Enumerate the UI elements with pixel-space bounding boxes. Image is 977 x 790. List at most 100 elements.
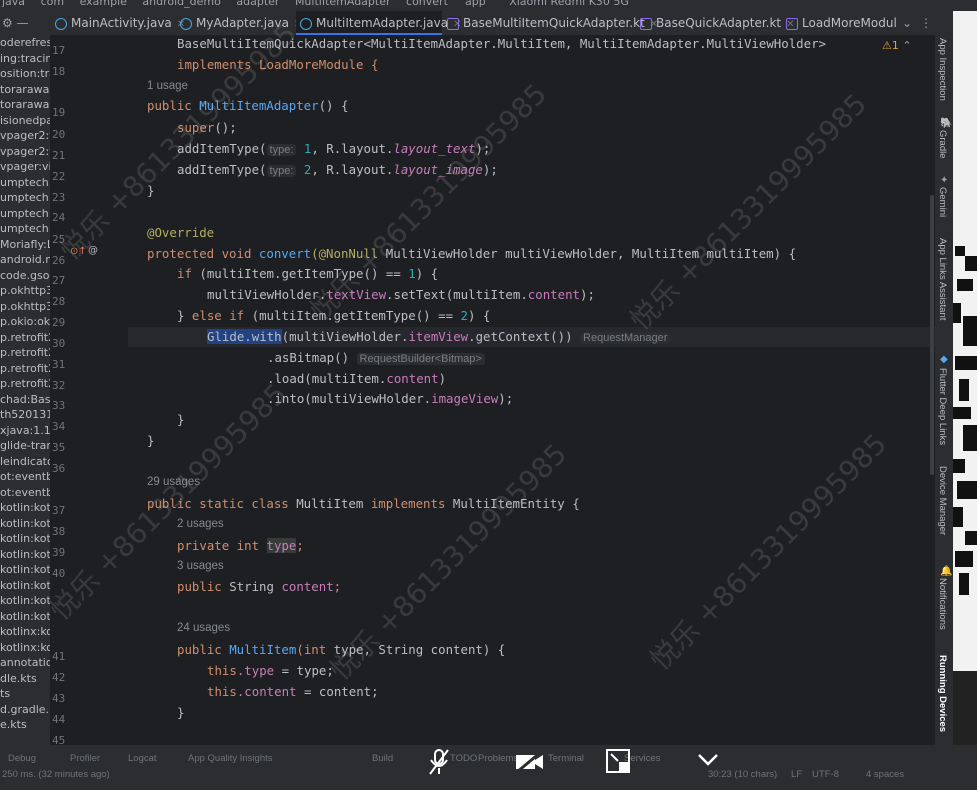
- usage-hint[interactable]: 2 usages: [177, 518, 224, 530]
- minimize-icon[interactable]: —: [17, 16, 29, 30]
- project-tree-item[interactable]: p.retrofit2: [0, 330, 50, 346]
- line-separator[interactable]: LF: [791, 769, 802, 780]
- tool-problems[interactable]: Problems: [478, 753, 518, 764]
- tab-myadapter[interactable]: MyAdapter.java✕: [180, 11, 302, 35]
- project-tree-item[interactable]: torarawab: [0, 97, 50, 113]
- project-tree-item[interactable]: vpager:vie: [0, 159, 50, 175]
- breadcrumb-item[interactable]: java: [2, 0, 25, 8]
- tab-basequickadapter[interactable]: BaseQuickAdapter.kt ✕: [640, 11, 795, 35]
- project-tree-item[interactable]: kotlin:kot: [0, 609, 50, 625]
- project-tree-item[interactable]: p.retrofit2: [0, 361, 50, 377]
- tab-loadmoremodule[interactable]: LoadMoreModule.k: [786, 11, 896, 35]
- tool-running-devices[interactable]: Running Devices: [937, 655, 948, 732]
- usage-hint[interactable]: 1 usage: [147, 80, 188, 92]
- project-tree-item[interactable]: umptech.: [0, 206, 50, 222]
- project-tree-item[interactable]: umptech.: [0, 221, 50, 237]
- warnings-indicator[interactable]: ⚠1 ⌃: [882, 39, 912, 52]
- project-tree-item[interactable]: annotatio: [0, 655, 50, 671]
- project-tree-item[interactable]: kotlin:kot: [0, 578, 50, 594]
- project-tree-item[interactable]: kotlinx:ko: [0, 640, 50, 656]
- gear-icon[interactable]: ⚙: [2, 16, 13, 30]
- tab-basemultiitemquickadapter[interactable]: BaseMultiItemQuickAdapter.kt ✕: [447, 11, 658, 35]
- gemini-icon[interactable]: ✦: [940, 175, 948, 186]
- project-tree-item[interactable]: p.okhttp3: [0, 299, 50, 315]
- project-tree-item[interactable]: ts: [0, 686, 50, 702]
- file-encoding[interactable]: UTF-8: [812, 769, 839, 780]
- tool-debug[interactable]: Debug: [8, 753, 36, 764]
- project-tree-item[interactable]: kotlin:kot: [0, 562, 50, 578]
- tool-build[interactable]: Build: [372, 753, 393, 764]
- breadcrumb-item[interactable]: adapter: [236, 0, 279, 8]
- breadcrumb-item[interactable]: MultiItemAdapter: [295, 0, 391, 8]
- project-tree-item[interactable]: glide-tran: [0, 438, 50, 454]
- indent-setting[interactable]: 4 spaces: [866, 769, 904, 780]
- run-config-select[interactable]: app: [465, 0, 486, 8]
- project-tree-item[interactable]: th520131: [0, 407, 50, 423]
- project-tree-item[interactable]: kotlin:kot: [0, 516, 50, 532]
- project-tree-item[interactable]: osition:trar: [0, 66, 50, 82]
- project-tree-item[interactable]: vpager2:v: [0, 144, 50, 160]
- project-tree-item[interactable]: ot:eventb: [0, 469, 50, 485]
- tool-gemini[interactable]: Gemini: [937, 187, 948, 217]
- project-tree-item[interactable]: ot:eventb: [0, 485, 50, 501]
- project-tree-item[interactable]: isionedpar: [0, 113, 50, 129]
- tool-todo[interactable]: TODO: [450, 753, 477, 764]
- tool-profiler[interactable]: Profiler: [70, 753, 100, 764]
- annotation-marker-icon[interactable]: @: [88, 245, 98, 256]
- breadcrumb-item[interactable]: android_demo: [142, 0, 220, 8]
- tool-notifications[interactable]: Notifications: [937, 578, 948, 630]
- mic-muted-icon[interactable]: [428, 748, 450, 782]
- tool-gradle[interactable]: Gradle: [937, 130, 948, 159]
- project-tree-item[interactable]: kotlin:kot: [0, 500, 50, 516]
- project-tree-item[interactable]: dle.kts: [0, 671, 50, 687]
- tab-multiitemadapter[interactable]: MultiItemAdapter.java ✕: [296, 11, 462, 35]
- editor-scrollbar[interactable]: [930, 195, 934, 475]
- project-tree-item[interactable]: leindicato: [0, 454, 50, 470]
- tab-bar-controls[interactable]: ⚙ —: [2, 11, 52, 35]
- tab-mainactivity[interactable]: MainActivity.java ✕: [55, 11, 185, 35]
- chevron-down-icon[interactable]: [697, 749, 719, 774]
- override-marker-icon[interactable]: ⊙↑: [70, 246, 87, 257]
- tool-app-quality-insights[interactable]: App Quality Insights: [188, 753, 273, 764]
- project-tree-item[interactable]: vpager2:v: [0, 128, 50, 144]
- chevron-up-icon[interactable]: ⌃: [902, 39, 911, 52]
- project-tree-item[interactable]: kotlin:kot: [0, 531, 50, 547]
- tab-overflow-chevron-down-icon[interactable]: ⌄: [902, 11, 916, 35]
- project-tree-item[interactable]: torarawab: [0, 82, 50, 98]
- tool-logcat[interactable]: Logcat: [128, 753, 157, 764]
- usage-hint[interactable]: 24 usages: [177, 622, 230, 634]
- tool-app-inspection[interactable]: App Inspection: [937, 38, 948, 101]
- project-tree-item[interactable]: kotlin:kot: [0, 547, 50, 563]
- project-tree-item[interactable]: p.okhttp3: [0, 283, 50, 299]
- gradle-icon[interactable]: 🐘: [940, 118, 952, 129]
- project-tree-item[interactable]: p.retrofit2: [0, 345, 50, 361]
- breadcrumb-item[interactable]: com: [41, 0, 65, 8]
- flutter-icon[interactable]: ◆: [940, 354, 948, 365]
- project-tree-item[interactable]: Moriafly:Ly: [0, 237, 50, 253]
- project-tree-item[interactable]: umptech.: [0, 190, 50, 206]
- project-tree-item[interactable]: kotlinx:ko: [0, 624, 50, 640]
- project-tree-item[interactable]: p.retrofit2: [0, 376, 50, 392]
- tool-flutter-deep-links[interactable]: Flutter Deep Links: [937, 368, 948, 445]
- device-select[interactable]: Xiaomi Redmi K30 5G: [509, 0, 629, 8]
- tool-device-manager[interactable]: Device Manager: [937, 466, 948, 535]
- pip-icon[interactable]: [606, 749, 632, 781]
- project-tree-item[interactable]: code.gson: [0, 268, 50, 284]
- tool-app-links-assistant[interactable]: App Links Assistant: [937, 238, 948, 320]
- code-editor[interactable]: BaseMultiItemQuickAdapter<MultiItemAdapt…: [128, 35, 935, 745]
- breadcrumb-item[interactable]: example: [80, 0, 127, 8]
- project-tree-item[interactable]: oderefreshl: [0, 35, 50, 51]
- project-tree-item[interactable]: android.m: [0, 252, 50, 268]
- bell-icon[interactable]: 🔔: [940, 566, 952, 577]
- usage-hint[interactable]: 29 usages: [147, 476, 200, 488]
- tool-terminal[interactable]: Terminal: [548, 753, 584, 764]
- project-tree-item[interactable]: ing:tracin: [0, 51, 50, 67]
- project-tree-item[interactable]: chad:Bas: [0, 392, 50, 408]
- project-tree-item[interactable]: kotlin:kot: [0, 593, 50, 609]
- project-tree-item[interactable]: xjava:1.1.5: [0, 423, 50, 439]
- project-tree-item[interactable]: d.gradle.k: [0, 702, 50, 718]
- usage-hint[interactable]: 3 usages: [177, 560, 224, 572]
- breadcrumb-item[interactable]: convert: [406, 0, 448, 8]
- camera-off-icon[interactable]: [515, 750, 545, 779]
- more-icon[interactable]: ⋮: [920, 11, 934, 35]
